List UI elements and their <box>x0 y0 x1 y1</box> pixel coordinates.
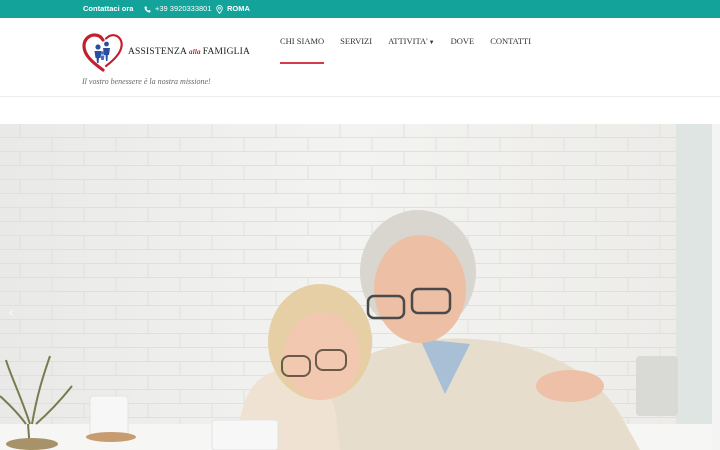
location-link[interactable]: ROMA <box>216 0 250 18</box>
site-logo[interactable]: ASSISTENZA alla FAMIGLIA <box>82 32 272 76</box>
city-label: ROMA <box>227 4 250 13</box>
logo-wordmark: ASSISTENZA alla FAMIGLIA <box>128 47 250 57</box>
nav-label-contatti: CONTATTI <box>490 36 532 46</box>
contact-now-label: Contattaci ora <box>83 4 134 13</box>
map-pin-icon <box>216 4 223 14</box>
nav-item-attivita[interactable]: ATTIVITA'▼ <box>388 36 435 64</box>
page-edge-strip <box>712 124 720 450</box>
phone-link[interactable]: +39 3920333801 <box>144 0 212 18</box>
heart-family-logo-icon <box>82 32 124 74</box>
phone-number: +39 3920333801 <box>155 4 212 13</box>
nav-label-chi-siamo: CHI SIAMO <box>280 36 325 46</box>
nav-item-dove[interactable]: DOVE <box>451 36 475 64</box>
site-tagline: Il vostro benessere è la nostra missione… <box>82 77 211 86</box>
hero-photo-elderly-couple <box>0 124 712 450</box>
hero-slider: ‹ <box>0 124 712 450</box>
nav-item-contatti[interactable]: CONTATTI <box>490 36 531 64</box>
logo-text-famiglia: FAMIGLIA <box>202 47 251 57</box>
nav-item-servizi[interactable]: SERVIZI <box>340 36 372 64</box>
nav-label-attivita: ATTIVITA' <box>388 36 428 46</box>
site-header: ASSISTENZA alla FAMIGLIA Il vostro benesse… <box>0 18 720 97</box>
nav-item-chi-siamo[interactable]: CHI SIAMO <box>280 36 325 64</box>
slider-prev-button[interactable]: ‹ <box>4 302 18 324</box>
logo-text-assistenza: ASSISTENZA <box>128 47 188 57</box>
top-bar: Contattaci ora +39 3920333801 ROMA <box>0 0 720 18</box>
chevron-left-icon: ‹ <box>8 305 14 321</box>
main-nav: CHI SIAMO SERVIZI ATTIVITA'▼ DOVE CONTAT… <box>280 36 547 64</box>
contact-now-link[interactable]: Contattaci ora <box>83 0 133 18</box>
nav-label-servizi: SERVIZI <box>340 36 373 46</box>
phone-icon <box>144 6 151 13</box>
logo-text-alla: alla <box>189 48 201 56</box>
nav-label-dove: DOVE <box>450 36 475 46</box>
caret-down-icon: ▼ <box>428 40 435 46</box>
